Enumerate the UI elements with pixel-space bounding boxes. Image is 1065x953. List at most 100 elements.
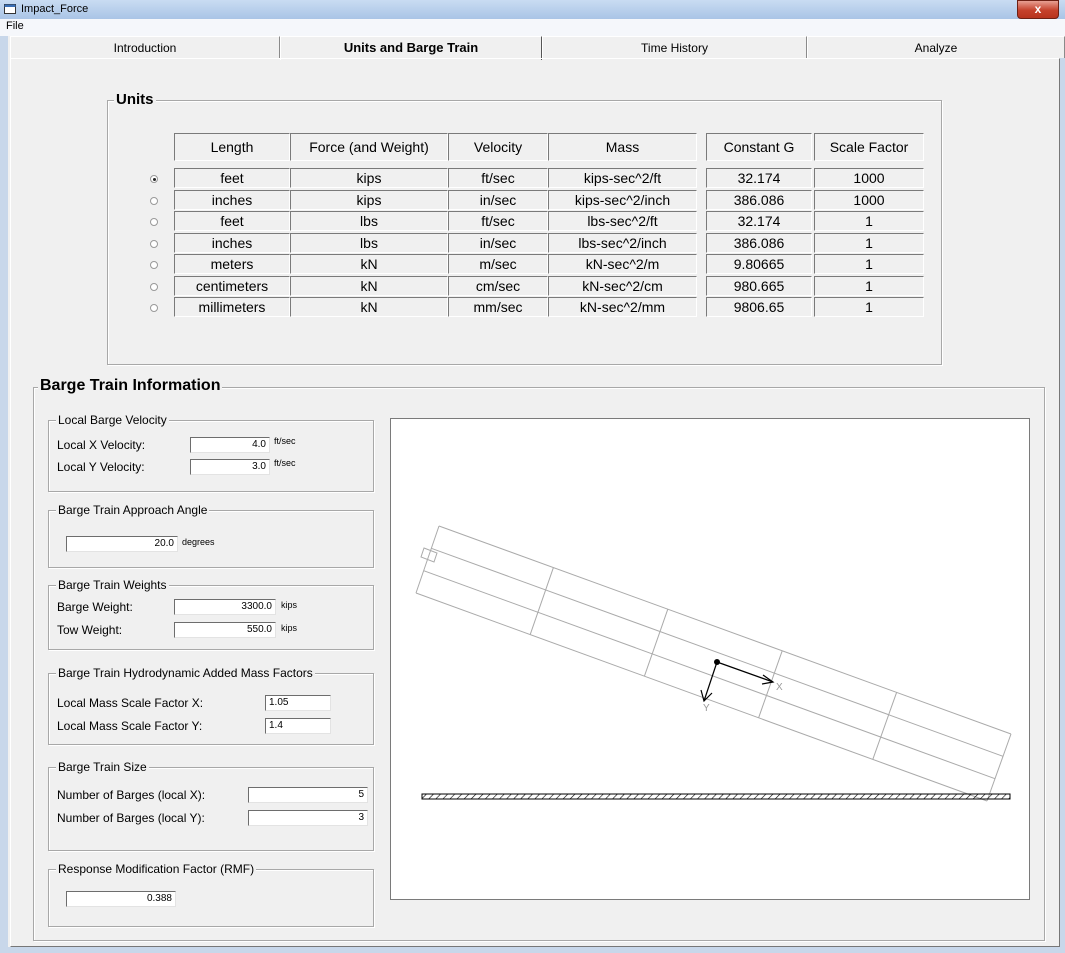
units-cell-mass: kN-sec^2/cm [548,275,697,296]
units-cell-constant-g: 9.80665 [706,254,812,274]
menu-file[interactable]: File [6,20,24,32]
y-velocity-label: Local Y Velocity: [57,460,145,474]
velocity-title: Local Barge Velocity [56,413,169,427]
window-border-right [1060,36,1065,953]
weights-group [48,585,374,650]
tab-analyze[interactable]: Analyze [807,36,1065,58]
barges-x-input[interactable]: 5 [248,787,368,803]
units-header-scale-factor: Scale Factor [814,133,924,161]
app-icon [4,4,16,14]
units-cell-force: kN [290,254,448,274]
unit-system-radio[interactable] [150,175,158,183]
window-border-left [0,36,8,953]
y-velocity-unit: ft/sec [274,458,296,468]
barge-weight-label: Barge Weight: [57,600,133,614]
barge-divider [529,567,554,635]
approach-angle-unit: degrees [182,537,215,547]
units-cell-force: lbs [290,232,448,253]
units-cell-velocity: ft/sec [448,168,548,188]
units-cell-length: inches [174,232,290,253]
local-y-axis-label: Y [703,703,710,714]
title-bar[interactable]: Impact_Force x [0,0,1065,20]
approach-angle-input[interactable]: 20.0 [66,536,178,552]
pier-wall [421,793,1011,800]
unit-system-radio[interactable] [150,261,158,269]
barge-outline-edge [986,733,1012,802]
tab-introduction[interactable]: Introduction [10,36,280,58]
barges-x-label: Number of Barges (local X): [57,788,206,802]
barge-train-title: Barge Train Information [38,377,223,395]
tab-time-history[interactable]: Time History [542,36,807,58]
units-cell-mass: kips-sec^2/inch [548,189,697,210]
tow-weight-input[interactable]: 550.0 [174,622,276,638]
units-cell-scale-factor: 1000 [814,189,924,210]
approach-angle-title: Barge Train Approach Angle [56,503,210,517]
units-cell-constant-g: 386.086 [706,189,812,210]
unit-system-radio[interactable] [150,304,158,312]
units-cell-constant-g: 9806.65 [706,297,812,317]
units-cell-length: feet [174,211,290,231]
units-header-mass: Mass [548,133,697,161]
local-x-axis-label: X [776,682,783,693]
units-cell-length: feet [174,168,290,188]
mass-factor-x-label: Local Mass Scale Factor X: [57,696,204,710]
tab-units-and-barge-train[interactable]: Units and Barge Train [280,36,542,60]
tow-weight-label: Tow Weight: [57,623,123,637]
rmf-title: Response Modification Factor (RMF) [56,862,257,876]
units-cell-length: meters [174,254,290,274]
units-cell-velocity: in/sec [448,232,548,253]
units-cell-force: lbs [290,211,448,231]
units-cell-mass: kN-sec^2/m [548,254,697,274]
units-title: Units [114,91,156,108]
units-cell-force: kips [290,168,448,188]
units-cell-mass: kips-sec^2/ft [548,168,697,188]
units-cell-velocity: m/sec [448,254,548,274]
barge-train-outline [415,525,1012,802]
units-cell-velocity: cm/sec [448,275,548,296]
barge-diagram: X Y [415,525,1012,802]
barge-weight-unit: kips [281,600,298,610]
units-cell-mass: lbs-sec^2/inch [548,232,697,253]
units-cell-scale-factor: 1 [814,297,924,317]
units-cell-constant-g: 32.174 [706,168,812,188]
units-cell-velocity: mm/sec [448,297,548,317]
x-velocity-input[interactable]: 4.0 [190,437,270,453]
units-header-force: Force (and Weight) [290,133,448,161]
y-velocity-input[interactable]: 3.0 [190,459,270,475]
units-cell-velocity: in/sec [448,189,548,210]
unit-system-radio[interactable] [150,239,158,248]
window-title: Impact_Force [21,3,89,15]
mass-factor-x-input[interactable]: 1.05 [265,695,331,711]
units-cell-force: kN [290,297,448,317]
unit-system-radio[interactable] [150,218,158,226]
mass-factor-y-input[interactable]: 1.4 [265,718,331,734]
unit-system-radio[interactable] [150,282,158,291]
units-cell-length: inches [174,189,290,210]
menu-bar: File [0,19,1065,36]
barges-y-label: Number of Barges (local Y): [57,811,205,825]
units-header-constant-g: Constant G [706,133,812,161]
barge-outline-edge [415,592,988,802]
units-cell-mass: kN-sec^2/mm [548,297,697,317]
units-cell-constant-g: 386.086 [706,232,812,253]
units-cell-scale-factor: 1000 [814,168,924,188]
close-button[interactable]: x [1017,0,1059,19]
unit-system-radio[interactable] [150,196,158,205]
units-cell-force: kN [290,275,448,296]
units-header-velocity: Velocity [448,133,548,161]
close-icon: x [1034,2,1042,16]
units-cell-length: millimeters [174,297,290,317]
units-cell-scale-factor: 1 [814,275,924,296]
units-cell-scale-factor: 1 [814,211,924,231]
local-x-axis [716,661,774,683]
units-cell-force: kips [290,189,448,210]
size-group [48,767,374,851]
barges-y-input[interactable]: 3 [248,810,368,826]
x-velocity-label: Local X Velocity: [57,438,146,452]
units-cell-length: centimeters [174,275,290,296]
mass-factor-y-label: Local Mass Scale Factor Y: [57,719,203,733]
rmf-input[interactable]: 0.388 [66,891,176,907]
size-title: Barge Train Size [56,760,149,774]
barge-weight-input[interactable]: 3300.0 [174,599,276,615]
barge-divider [643,609,669,677]
